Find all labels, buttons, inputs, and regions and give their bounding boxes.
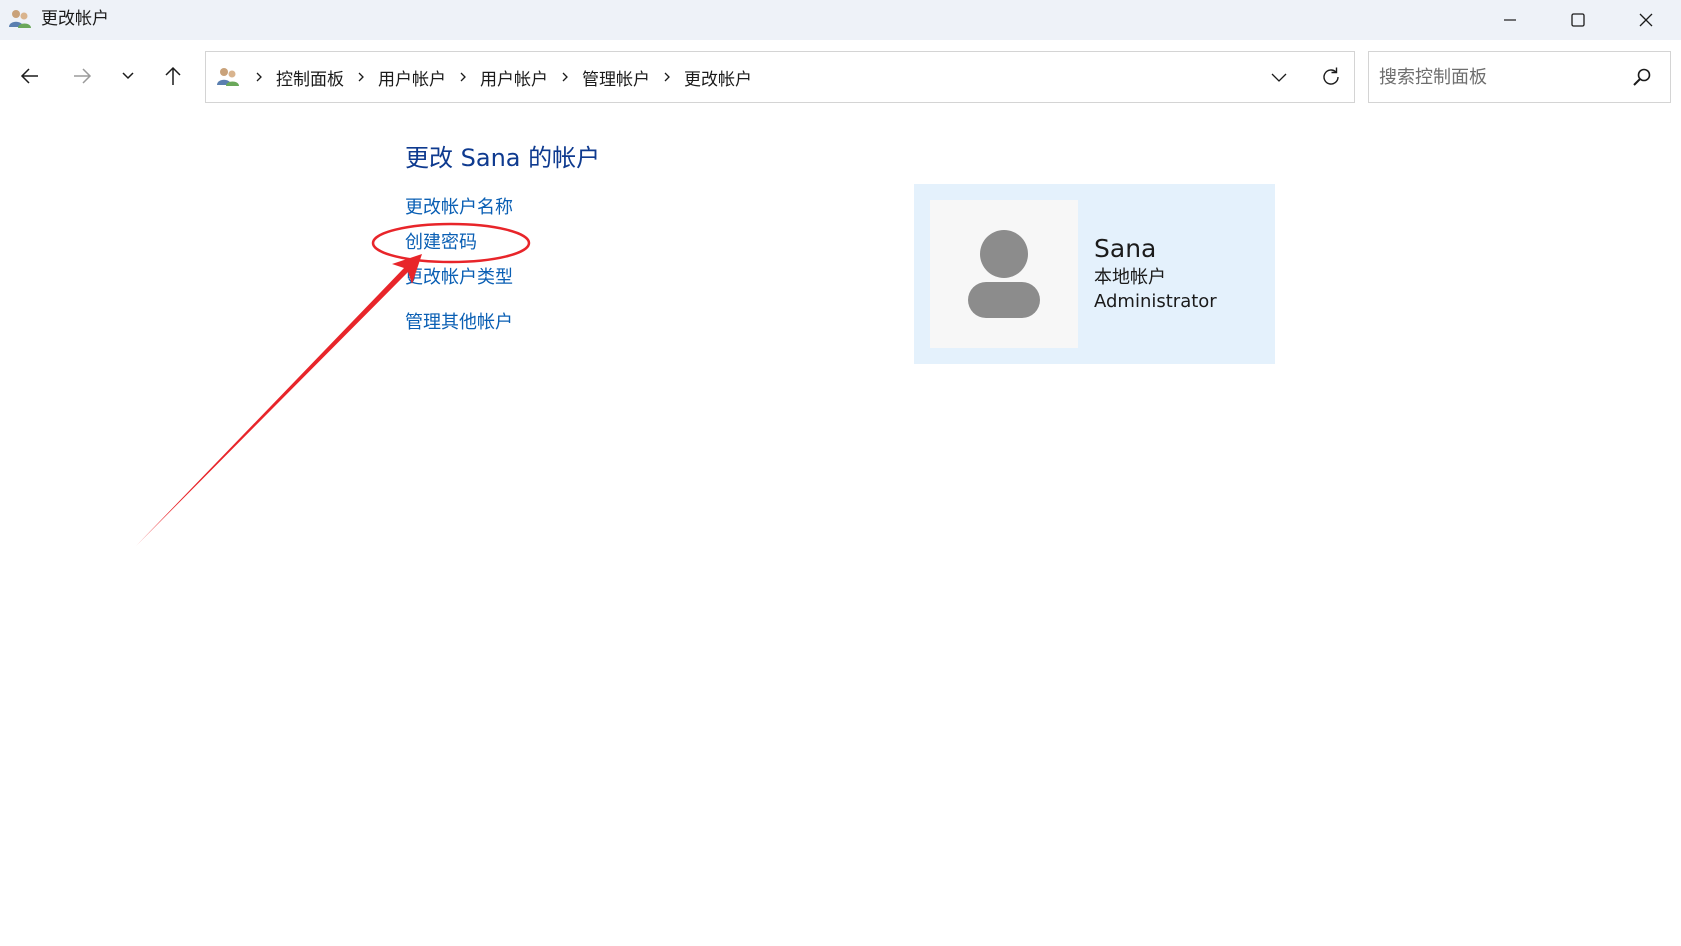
chevron-right-icon: [246, 71, 272, 83]
chevron-right-icon: [450, 71, 476, 83]
address-history-button[interactable]: [1264, 64, 1294, 90]
annotation-arrow: [136, 254, 422, 546]
control-panel-window: 更改帐户 控制面板 用户帐户 用户帐户 管理帐户 更改帐户 搜索控制面板 更改 …: [0, 0, 1681, 946]
user-silhouette-icon: [968, 230, 1040, 318]
change-account-name-link[interactable]: 更改帐户名称: [405, 196, 513, 220]
close-icon: [1639, 13, 1653, 27]
breadcrumb-change-account[interactable]: 更改帐户: [680, 65, 756, 90]
chevron-down-icon: [122, 72, 134, 80]
account-type: 本地帐户: [1094, 267, 1166, 288]
breadcrumb-user-accounts[interactable]: 用户帐户: [476, 65, 552, 90]
forward-button[interactable]: [62, 58, 102, 94]
recent-locations-button[interactable]: [108, 58, 148, 94]
user-accounts-icon: [9, 10, 31, 28]
manage-other-accounts-link[interactable]: 管理其他帐户: [405, 311, 513, 335]
window-title: 更改帐户: [41, 9, 109, 29]
breadcrumb: 控制面板 用户帐户 用户帐户 管理帐户 更改帐户: [246, 52, 756, 102]
user-accounts-icon: [217, 68, 239, 86]
chevron-right-icon: [552, 71, 578, 83]
close-button[interactable]: [1612, 0, 1680, 40]
search-icon[interactable]: [1631, 67, 1653, 89]
chevron-right-icon: [348, 71, 374, 83]
create-password-link[interactable]: 创建密码: [405, 231, 477, 255]
account-card: Sana 本地帐户 Administrator: [914, 184, 1275, 364]
address-bar[interactable]: 控制面板 用户帐户 用户帐户 管理帐户 更改帐户: [205, 51, 1355, 103]
refresh-button[interactable]: [1316, 64, 1346, 90]
breadcrumb-user-accounts-category[interactable]: 用户帐户: [374, 65, 450, 90]
change-account-type-link[interactable]: 更改帐户类型: [405, 266, 513, 290]
avatar: [930, 200, 1078, 348]
arrow-right-icon: [74, 68, 92, 84]
account-role: Administrator: [1094, 291, 1217, 312]
maximize-icon: [1571, 13, 1585, 27]
refresh-icon: [1323, 67, 1339, 85]
breadcrumb-manage-accounts[interactable]: 管理帐户: [578, 65, 654, 90]
search-input[interactable]: [1377, 62, 1617, 92]
annotation-overlay: [136, 222, 531, 546]
title-bar: 更改帐户: [0, 0, 1681, 40]
page-title: 更改 Sana 的帐户: [405, 144, 601, 172]
chevron-down-icon: [1271, 73, 1287, 82]
maximize-button[interactable]: [1544, 0, 1612, 40]
breadcrumb-control-panel[interactable]: 控制面板: [272, 65, 348, 90]
arrow-up-icon: [165, 66, 181, 85]
arrow-left-icon: [20, 68, 38, 84]
search-box: [1368, 51, 1671, 103]
minimize-icon: [1504, 19, 1516, 21]
account-name: Sana: [1094, 234, 1157, 263]
chevron-right-icon: [654, 71, 680, 83]
back-button[interactable]: [10, 58, 50, 94]
minimize-button[interactable]: [1476, 0, 1544, 40]
up-button[interactable]: [153, 58, 193, 94]
